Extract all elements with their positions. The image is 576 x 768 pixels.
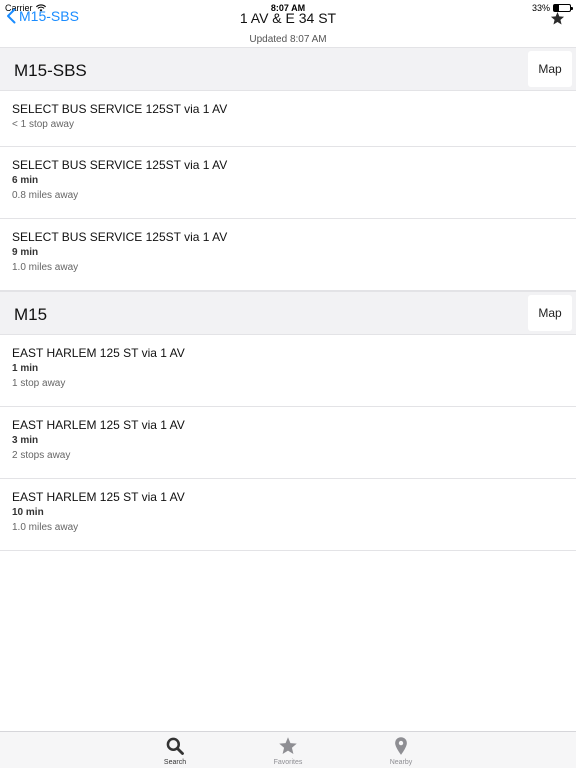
distance-label: 1.0 miles away — [12, 262, 79, 273]
route-section-header-m15-sbs: M15-SBS Map — [0, 47, 576, 91]
destination-label: SELECT BUS SERVICE 125ST via 1 AV — [12, 158, 228, 172]
arrival-row[interactable]: EAST HARLEM 125 ST via 1 AV 10 min 1.0 m… — [0, 479, 576, 551]
destination-label: EAST HARLEM 125 ST via 1 AV — [12, 490, 185, 504]
distance-label: 0.8 miles away — [12, 190, 79, 201]
tab-label: Favorites — [273, 759, 303, 766]
tab-favorites[interactable]: Favorites — [232, 732, 345, 768]
tab-nearby[interactable]: Nearby — [345, 732, 458, 768]
tab-search[interactable]: Search — [119, 732, 232, 768]
tab-label: Nearby — [389, 759, 413, 766]
arrival-row[interactable]: SELECT BUS SERVICE 125ST via 1 AV < 1 st… — [0, 91, 576, 147]
search-icon — [166, 737, 184, 755]
map-button-m15[interactable]: Map — [528, 295, 572, 331]
updated-timestamp: Updated 8:07 AM — [249, 34, 327, 45]
arrival-row[interactable]: EAST HARLEM 125 ST via 1 AV 1 min 1 stop… — [0, 335, 576, 407]
destination-label: EAST HARLEM 125 ST via 1 AV — [12, 418, 185, 432]
route-title: M15 — [14, 305, 48, 324]
destination-label: SELECT BUS SERVICE 125ST via 1 AV — [12, 102, 228, 116]
destination-label: EAST HARLEM 125 ST via 1 AV — [12, 346, 185, 360]
star-icon — [550, 11, 564, 24]
location-pin-icon — [395, 737, 407, 755]
eta-label: 3 min — [12, 435, 39, 446]
distance-label: 1 stop away — [12, 378, 66, 389]
distance-label: 1.0 miles away — [12, 522, 79, 533]
eta-label: 9 min — [12, 247, 39, 258]
eta-label: 10 min — [12, 507, 44, 518]
navigation-bar: M15-SBS 1 AV & E 34 ST Updated 8:07 AM — [0, 0, 576, 46]
arrival-row[interactable]: EAST HARLEM 125 ST via 1 AV 3 min 2 stop… — [0, 407, 576, 479]
eta-label: 6 min — [12, 175, 39, 186]
distance-label: < 1 stop away — [12, 119, 74, 130]
arrival-row[interactable]: SELECT BUS SERVICE 125ST via 1 AV 6 min … — [0, 147, 576, 219]
route-section-header-m15: M15 Map — [0, 291, 576, 335]
star-icon — [279, 737, 297, 754]
distance-label: 2 stops away — [12, 450, 71, 461]
tab-label: Search — [163, 759, 187, 766]
tab-bar: Search Favorites Nearby — [0, 731, 576, 768]
arrival-row[interactable]: SELECT BUS SERVICE 125ST via 1 AV 9 min … — [0, 219, 576, 291]
arrivals-list: M15-SBS Map SELECT BUS SERVICE 125ST via… — [0, 47, 576, 551]
route-title: M15-SBS — [14, 61, 87, 80]
destination-label: SELECT BUS SERVICE 125ST via 1 AV — [12, 230, 228, 244]
page-title: 1 AV & E 34 ST — [239, 10, 337, 26]
favorite-button[interactable] — [546, 7, 568, 29]
eta-label: 1 min — [12, 363, 39, 374]
map-button-m15-sbs[interactable]: Map — [528, 51, 572, 87]
